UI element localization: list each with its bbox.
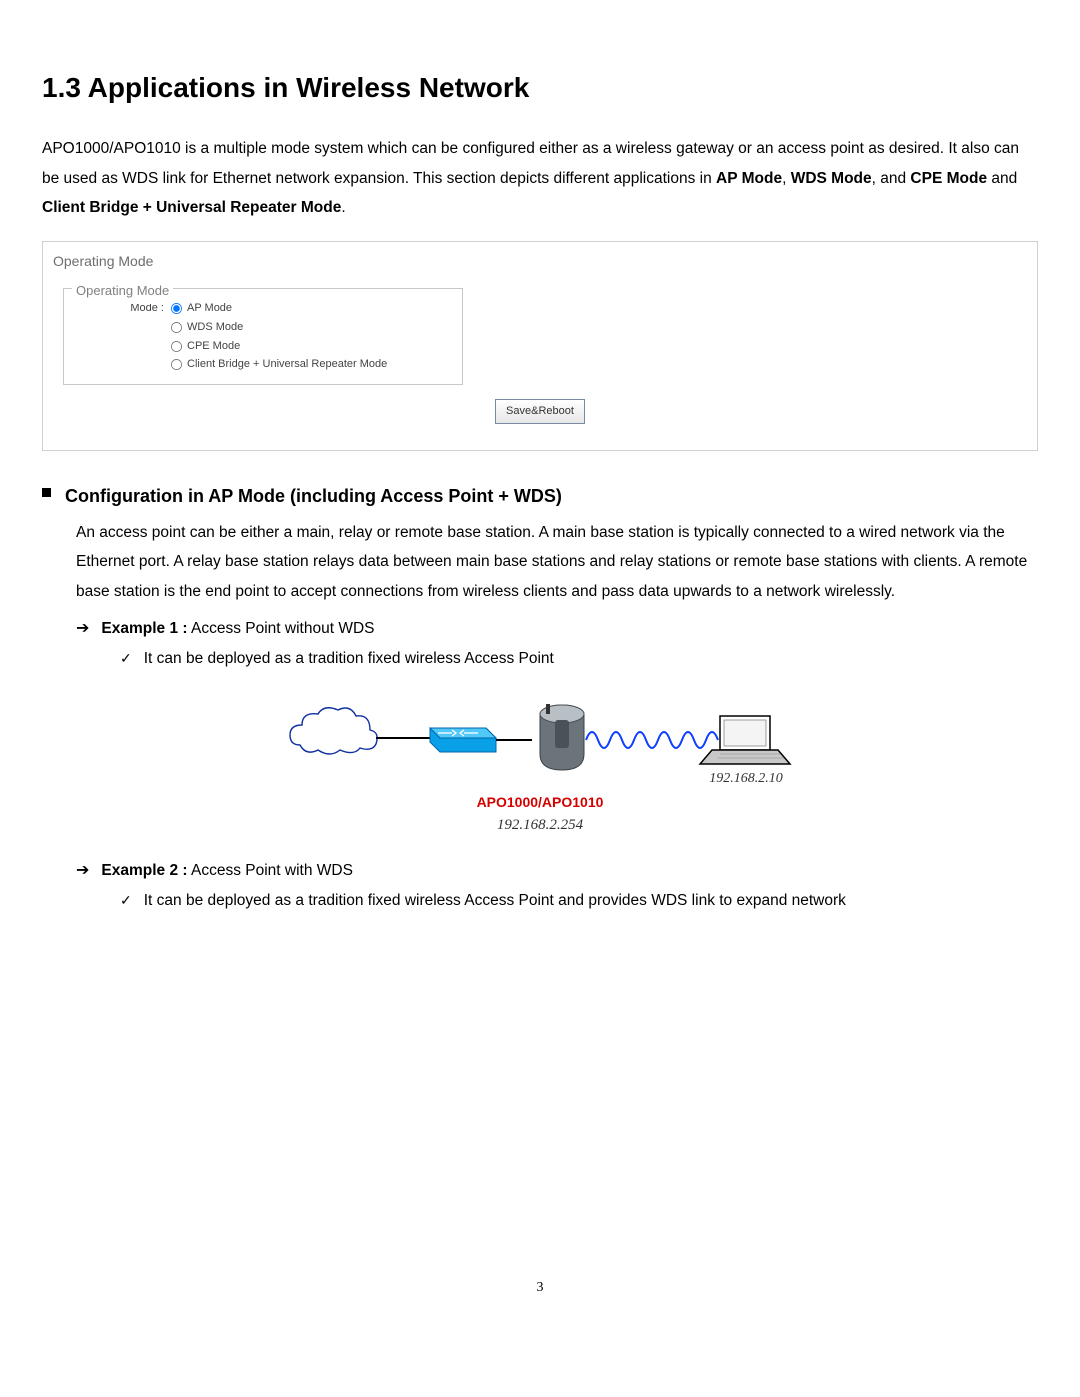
radio-ap-mode-label: AP Mode bbox=[187, 299, 232, 318]
example-2-text: Access Point with WDS bbox=[188, 862, 353, 879]
intro-sep-3: and bbox=[987, 170, 1017, 187]
client-ip-label: 192.168.2.10 bbox=[709, 771, 783, 786]
example-1-bullet-text: It can be deployed as a tradition fixed … bbox=[144, 644, 554, 673]
device-ip-label: 192.168.2.254 bbox=[497, 817, 583, 833]
radio-cpe-mode-label: CPE Mode bbox=[187, 337, 240, 356]
network-diagram: 192.168.2.10 APO1000/APO1010 192.168.2.2… bbox=[42, 690, 1038, 836]
page-number: 3 bbox=[42, 1275, 1038, 1302]
example-1-bullet-row: ✓ It can be deployed as a tradition fixe… bbox=[120, 644, 1038, 673]
radio-ap-mode[interactable] bbox=[171, 303, 182, 314]
ap-mode-heading-row: Configuration in AP Mode (including Acce… bbox=[42, 479, 1038, 513]
radio-cpe-mode[interactable] bbox=[171, 340, 182, 351]
operating-mode-legend: Operating Mode bbox=[72, 279, 173, 304]
intro-bold-cpe: CPE Mode bbox=[910, 170, 987, 187]
section-title: 1.3 Applications in Wireless Network bbox=[42, 70, 1038, 106]
example-2-bullet-text: It can be deployed as a tradition fixed … bbox=[144, 886, 846, 915]
mode-row-cpe: CPE Mode bbox=[74, 337, 452, 356]
arrow-right-icon: ➔ bbox=[76, 856, 89, 886]
ap-mode-paragraph: An access point can be either a main, re… bbox=[76, 518, 1038, 606]
mode-row-cb: Client Bridge + Universal Repeater Mode bbox=[74, 355, 452, 374]
intro-end: . bbox=[341, 199, 345, 216]
intro-paragraph: APO1000/APO1010 is a multiple mode syste… bbox=[42, 134, 1038, 222]
example-1-row: ➔ Example 1 : Access Point without WDS bbox=[76, 614, 1038, 644]
laptop-icon bbox=[700, 716, 790, 764]
ap-mode-heading: Configuration in AP Mode (including Acce… bbox=[65, 479, 562, 513]
square-bullet-icon bbox=[42, 488, 51, 497]
intro-bold-wds: WDS Mode bbox=[791, 170, 872, 187]
intro-bold-cb: Client Bridge + Universal Repeater Mode bbox=[42, 199, 341, 216]
diagram-caption: APO1000/APO1010 192.168.2.254 bbox=[42, 792, 1038, 836]
access-point-icon bbox=[540, 704, 584, 770]
example-2-row: ➔ Example 2 : Access Point with WDS bbox=[76, 856, 1038, 886]
wireless-link-icon bbox=[586, 732, 718, 748]
cloud-icon bbox=[290, 708, 377, 754]
intro-sep-2: , and bbox=[872, 170, 911, 187]
check-icon: ✓ bbox=[120, 644, 132, 673]
radio-wds-mode[interactable] bbox=[171, 322, 182, 333]
device-model-label: APO1000/APO1010 bbox=[477, 794, 604, 810]
example-2-label: Example 2 : bbox=[101, 862, 187, 879]
example-2-bullet-row: ✓ It can be deployed as a tradition fixe… bbox=[120, 886, 1038, 915]
radio-wds-mode-label: WDS Mode bbox=[187, 318, 243, 337]
switch-icon bbox=[430, 728, 496, 752]
example-1-label: Example 1 : bbox=[101, 620, 187, 637]
check-icon: ✓ bbox=[120, 886, 132, 915]
operating-mode-fieldset: Operating Mode Mode : AP Mode WDS Mode C… bbox=[63, 288, 463, 385]
save-reboot-button[interactable]: Save&Reboot bbox=[495, 399, 585, 424]
example-1-text: Access Point without WDS bbox=[188, 620, 375, 637]
mode-row-wds: WDS Mode bbox=[74, 318, 452, 337]
network-diagram-svg: 192.168.2.10 bbox=[280, 690, 800, 790]
radio-client-bridge-mode-label: Client Bridge + Universal Repeater Mode bbox=[187, 355, 387, 374]
operating-mode-panel: Operating Mode Operating Mode Mode : AP … bbox=[42, 241, 1038, 452]
arrow-right-icon: ➔ bbox=[76, 614, 89, 644]
intro-sep-1: , bbox=[782, 170, 791, 187]
radio-client-bridge-mode[interactable] bbox=[171, 359, 182, 370]
intro-bold-ap: AP Mode bbox=[716, 170, 782, 187]
operating-mode-title: Operating Mode bbox=[53, 248, 1027, 279]
